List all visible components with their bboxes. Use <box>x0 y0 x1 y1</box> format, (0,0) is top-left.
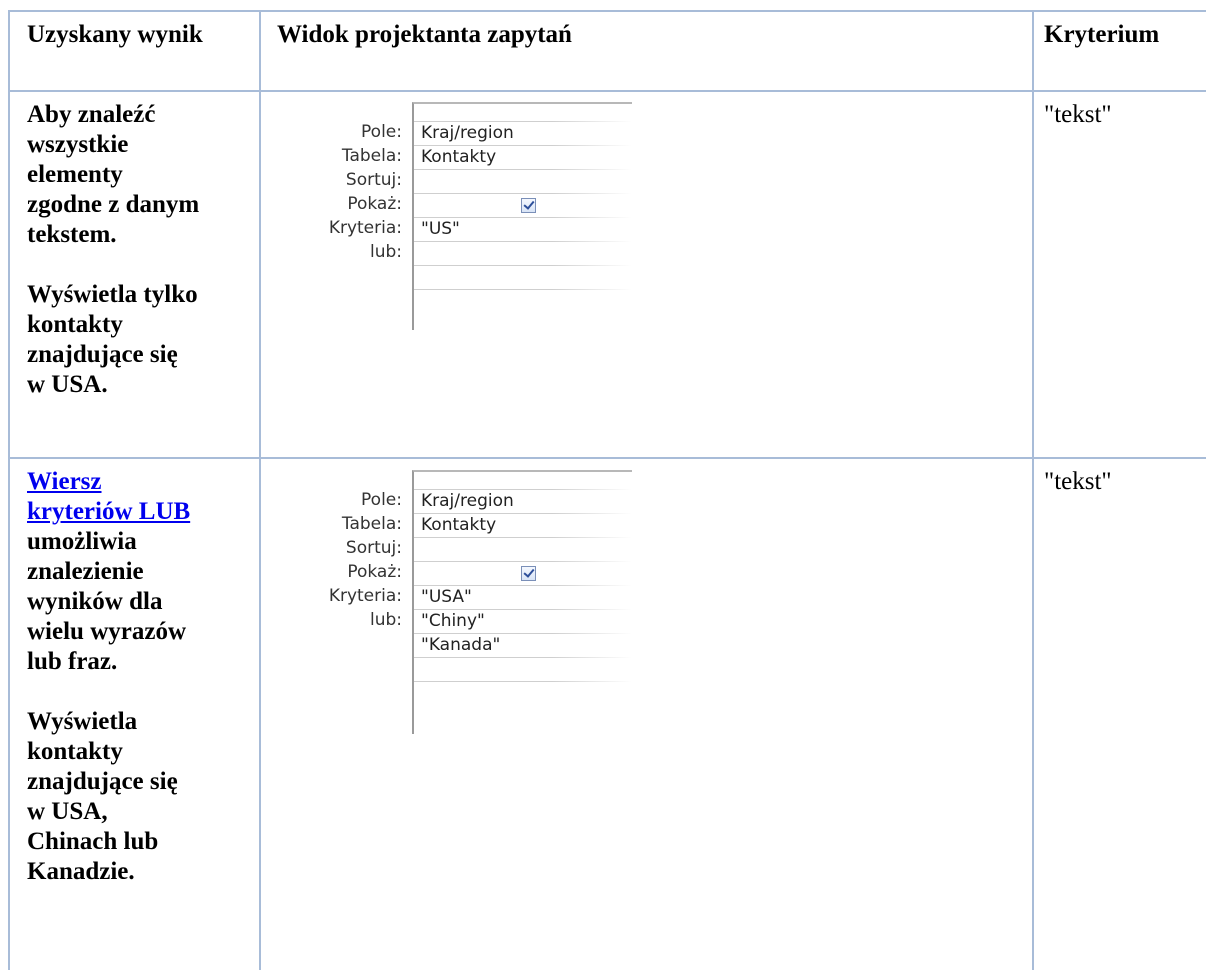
label-table: Tabela: <box>341 514 402 534</box>
row2-query-designer: Pole: Tabela: Sortuj: Pokaż: Kryteria: l… <box>290 462 632 734</box>
column-divider-2 <box>1032 10 1034 970</box>
label-or: lub: <box>369 242 402 262</box>
row1-bottom-border <box>8 457 1206 459</box>
label-table: Tabela: <box>341 146 402 166</box>
table-top-border <box>8 10 1206 12</box>
label-show: Pokaż: <box>347 194 402 214</box>
row2-description: umożliwia znalezienie wyników dla wielu … <box>27 528 186 885</box>
row1-query-designer: Pole: Tabela: Sortuj: Pokaż: Kryteria: l… <box>290 96 632 336</box>
checkbox-checked-icon <box>521 198 536 213</box>
header-designer-view: Widok projektanta zapytań <box>277 21 572 48</box>
label-show: Pokaż: <box>347 562 402 582</box>
criteria-table: Uzyskany wynik Widok projektanta zapytań… <box>0 0 1206 970</box>
row2-designer-labels: Pole: Tabela: Sortuj: Pokaż: Kryteria: l… <box>290 488 402 632</box>
label-field: Pole: <box>361 490 402 510</box>
row1-criterion: "tekst" <box>1044 101 1112 128</box>
label-sort: Sortuj: <box>345 170 402 190</box>
header-result: Uzyskany wynik <box>27 21 203 48</box>
header-criterion: Kryterium <box>1044 21 1160 48</box>
or-criteria-row-link[interactable]: Wiersz kryteriów LUB <box>27 467 257 527</box>
label-criteria: Kryteria: <box>328 586 402 606</box>
row1-description: Aby znaleźć wszystkie elementy zgodne z … <box>27 101 200 398</box>
grid-fade-edge <box>552 104 632 330</box>
header-bottom-border <box>8 90 1206 92</box>
label-field: Pole: <box>361 122 402 142</box>
label-or: lub: <box>369 610 402 630</box>
grid-fade-edge <box>552 472 632 734</box>
column-divider-1 <box>259 10 261 970</box>
label-sort: Sortuj: <box>345 538 402 558</box>
row1-designer-labels: Pole: Tabela: Sortuj: Pokaż: Kryteria: l… <box>290 120 402 264</box>
checkbox-checked-icon <box>521 566 536 581</box>
row1-designer-grid: Kraj/region Kontakty "US" <box>412 102 632 330</box>
row2-criterion: "tekst" <box>1044 468 1112 495</box>
row2-designer-grid: Kraj/region Kontakty "USA" "Chiny" "Kana… <box>412 470 632 734</box>
label-criteria: Kryteria: <box>328 218 402 238</box>
table-left-border <box>8 10 10 970</box>
